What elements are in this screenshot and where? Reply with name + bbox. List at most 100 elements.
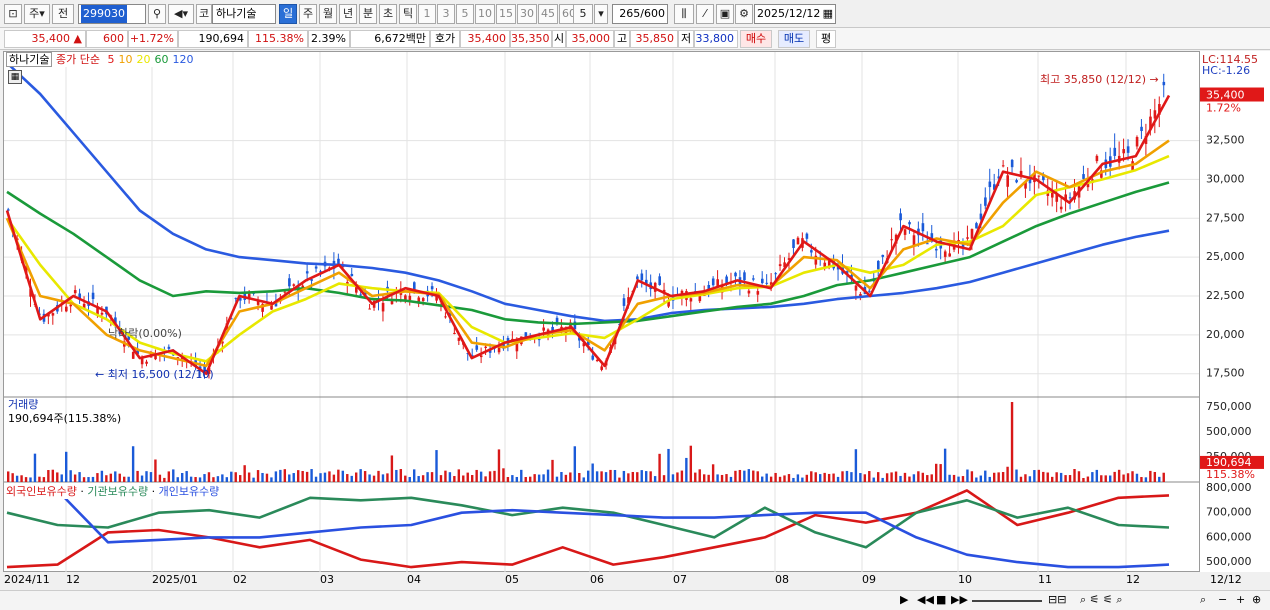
period-tab-2[interactable]: 월 bbox=[319, 4, 337, 24]
interval-tab-6[interactable]: 45 bbox=[538, 4, 558, 24]
speaker-icon[interactable]: ◀▾ bbox=[168, 4, 194, 24]
volume-bar bbox=[56, 472, 59, 482]
volume-bar bbox=[685, 457, 688, 482]
period-tab-5[interactable]: 초 bbox=[379, 4, 397, 24]
layout-icon[interactable]: ⊟⊟ bbox=[1048, 593, 1066, 606]
interval-tab-5[interactable]: 30 bbox=[517, 4, 537, 24]
hold-tick-label: 500,000 bbox=[1206, 555, 1252, 568]
chart-header: 하나기술 종가 단순 5 10 20 60 120 bbox=[6, 52, 194, 67]
volume-bar bbox=[207, 472, 211, 482]
interval-value[interactable]: 5 bbox=[573, 4, 593, 24]
ma-period-5[interactable]: 5 bbox=[107, 53, 114, 66]
volume-bar bbox=[1051, 476, 1054, 482]
play-icon[interactable]: ▶ bbox=[900, 593, 908, 606]
volume-bar bbox=[270, 477, 273, 482]
buy-button[interactable]: 매수 bbox=[740, 30, 772, 48]
chart-stock-name[interactable]: 하나기술 bbox=[6, 52, 53, 67]
volume-bar bbox=[631, 471, 635, 482]
zoom-icon[interactable]: ⌕ bbox=[1200, 593, 1206, 607]
tool-icons[interactable]: ⌕ ⚟ ⚟ ⌕ bbox=[1080, 593, 1123, 607]
ma-period-120[interactable]: 120 bbox=[172, 53, 193, 66]
volume-bar bbox=[29, 477, 32, 482]
candle-body bbox=[408, 295, 412, 301]
period-tab-4[interactable]: 분 bbox=[359, 4, 377, 24]
volume-bar bbox=[91, 476, 95, 482]
calendar-icon[interactable]: ▦ bbox=[823, 5, 833, 23]
volume-bar bbox=[444, 470, 447, 482]
volume-bar bbox=[810, 471, 813, 482]
candle-body bbox=[51, 313, 55, 316]
volume-bar bbox=[832, 473, 835, 482]
date-input[interactable]: 2025/12/12 ▦ bbox=[754, 4, 836, 24]
y-tick-label: 25,000 bbox=[1206, 250, 1245, 263]
plus-icon[interactable]: + bbox=[1236, 593, 1245, 606]
period-mode-select[interactable]: 주▾ bbox=[24, 4, 50, 24]
low-annotation: ← 최저 16,500 (12/10) bbox=[95, 368, 214, 381]
stock-name-field[interactable]: 하나기술 bbox=[212, 4, 276, 24]
volume-bar bbox=[912, 474, 916, 482]
candle-body bbox=[756, 291, 760, 295]
gear-icon[interactable]: ⚙ bbox=[735, 4, 753, 24]
minus-icon[interactable]: − bbox=[1218, 593, 1227, 606]
ma-period-10[interactable]: 10 bbox=[118, 53, 132, 66]
ma-label[interactable]: 종가 단순 bbox=[56, 53, 100, 66]
volume-bar bbox=[283, 469, 287, 482]
volume-bar bbox=[100, 470, 104, 482]
volume-bar bbox=[823, 472, 826, 482]
retail-holdings-label[interactable]: 개인보유수량 bbox=[159, 485, 220, 498]
calculator-icon[interactable]: ▦ bbox=[8, 70, 22, 84]
volume-bar bbox=[850, 472, 853, 482]
volume-bar bbox=[337, 469, 340, 482]
volume-title[interactable]: 거래량 bbox=[8, 398, 121, 412]
rewind-icon[interactable]: ◀◀ bbox=[917, 593, 934, 606]
period-tab-0[interactable]: 일 bbox=[279, 4, 297, 24]
candle-body bbox=[908, 222, 911, 225]
candle-body bbox=[970, 228, 974, 239]
volume-bar bbox=[462, 475, 465, 482]
candle-body bbox=[234, 297, 238, 299]
volume-bar bbox=[114, 471, 117, 482]
eval-button[interactable]: 평 bbox=[816, 30, 836, 48]
interval-tab-4[interactable]: 15 bbox=[496, 4, 516, 24]
forward-icon[interactable]: ▶▶ bbox=[951, 593, 968, 606]
window-icon[interactable]: ⊡ bbox=[4, 4, 22, 24]
candle-body bbox=[752, 278, 755, 280]
interval-tab-0[interactable]: 1 bbox=[418, 4, 436, 24]
candle-type-icon[interactable]: ⫼ bbox=[674, 4, 694, 24]
foreign-holdings-label[interactable]: 외국인보유수량 bbox=[6, 485, 77, 498]
period-tab-1[interactable]: 주 bbox=[299, 4, 317, 24]
candle-body bbox=[600, 366, 603, 370]
y-tick-label: 20,000 bbox=[1206, 328, 1245, 341]
zoom-slider[interactable] bbox=[972, 600, 1042, 602]
x-label-13: 12 bbox=[1126, 573, 1140, 586]
interval-tab-3[interactable]: 10 bbox=[475, 4, 495, 24]
period-tab-6[interactable]: 틱 bbox=[399, 4, 417, 24]
x-label-9: 08 bbox=[775, 573, 789, 586]
prev-button[interactable]: 전 bbox=[52, 4, 74, 24]
crosshair-icon[interactable]: ⊕ bbox=[1252, 593, 1261, 606]
ma-period-60[interactable]: 60 bbox=[154, 53, 168, 66]
period-tab-3[interactable]: 년 bbox=[339, 4, 357, 24]
stock-code-input[interactable]: 299030 bbox=[78, 4, 146, 24]
interval-tab-1[interactable]: 3 bbox=[437, 4, 455, 24]
volume-bar bbox=[604, 472, 608, 482]
draw-tool-icon[interactable]: ⁄ bbox=[696, 4, 714, 24]
x-label-5: 04 bbox=[407, 573, 421, 586]
volume-bar bbox=[885, 473, 889, 482]
inst-holdings-label[interactable]: 기관보유수량 bbox=[87, 485, 148, 498]
sell-button[interactable]: 매도 bbox=[778, 30, 810, 48]
vol-tick-label: 500,000 bbox=[1206, 425, 1252, 438]
drop-annotation: 낙하락(0.00%) bbox=[108, 327, 182, 340]
count-input[interactable]: 265/600 bbox=[612, 4, 668, 24]
volume-bar bbox=[555, 476, 559, 482]
date-value: 2025/12/12 bbox=[757, 7, 821, 20]
ma-period-20[interactable]: 20 bbox=[136, 53, 150, 66]
interval-tab-2[interactable]: 5 bbox=[456, 4, 474, 24]
volume-bar bbox=[24, 477, 28, 482]
save-icon[interactable]: ▣ bbox=[716, 4, 734, 24]
y-axis-svg: 17,500 20,000 22,500 25,000 27,500 30,000 32,5… bbox=[1200, 53, 1264, 568]
chevron-down-icon[interactable]: ▾ bbox=[594, 4, 608, 24]
stop-icon[interactable]: ■ bbox=[936, 593, 946, 606]
search-icon[interactable]: ⚲ bbox=[148, 4, 166, 24]
volume-bar bbox=[613, 469, 617, 482]
